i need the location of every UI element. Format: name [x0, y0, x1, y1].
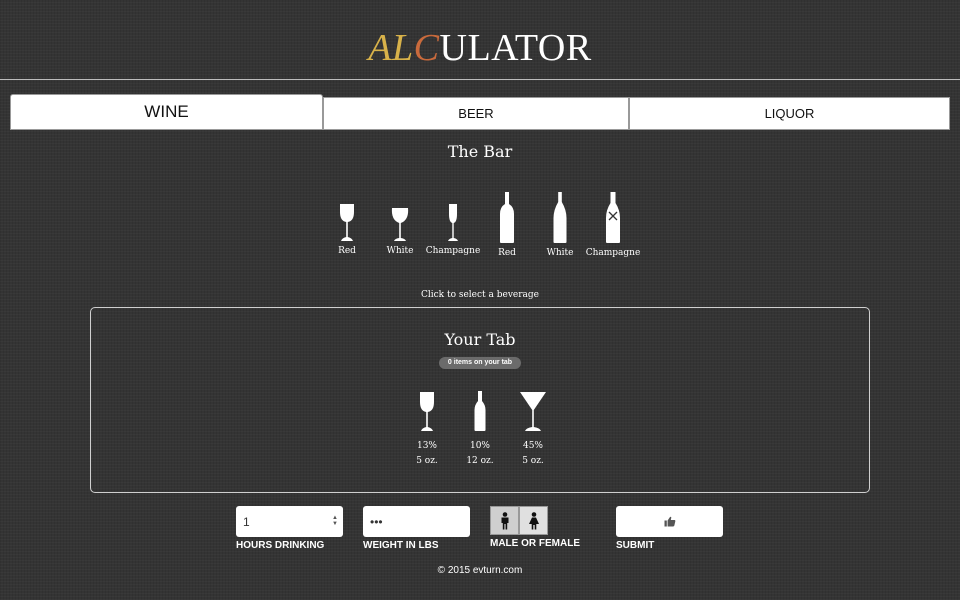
- beverage-red-wine-glass[interactable]: Red: [317, 190, 377, 256]
- your-tab-title: Your Tab: [444, 330, 516, 349]
- hours-field: 1 ▲ ▼ HOURS DRINKING: [236, 506, 343, 551]
- submit-field: SUBMIT: [616, 506, 723, 551]
- beverage-label: Champagne: [585, 248, 641, 258]
- champagne-bottle-icon: [606, 192, 620, 243]
- male-button[interactable]: [490, 506, 519, 535]
- logo-part-3: ULATOR: [439, 27, 592, 69]
- tab-drink-beer: 10% 12 oz.: [455, 390, 505, 466]
- tab-count-badge: 0 items on your tab: [439, 357, 521, 369]
- bar-title: The Bar: [447, 142, 513, 161]
- logo-part-2: C: [413, 27, 440, 69]
- beverage-label: White: [546, 248, 574, 258]
- beverage-label: White: [386, 246, 414, 256]
- header-divider: [0, 79, 960, 80]
- beverage-white-wine-glass[interactable]: White: [370, 190, 430, 256]
- logo-part-1: AL: [368, 27, 414, 69]
- beverage-label: Red: [498, 248, 516, 258]
- drink-abv: 45%: [522, 441, 543, 451]
- select-hint: Click to select a beverage: [420, 290, 540, 300]
- tab-drink-wine: 13% 5 oz.: [402, 390, 452, 466]
- female-icon: [528, 511, 539, 529]
- male-icon: [501, 511, 508, 529]
- tab-beer[interactable]: BEER: [323, 97, 629, 130]
- red-wine-bottle-icon: [500, 192, 514, 243]
- weight-field: ••• WEIGHT IN LBS: [363, 506, 470, 551]
- beverage-champagne-bottle[interactable]: Champagne: [583, 190, 643, 258]
- app-logo: ALCULATOR: [0, 26, 960, 70]
- thumbs-up-icon: [664, 516, 675, 527]
- beverage-red-wine-bottle[interactable]: Red: [477, 190, 537, 258]
- drink-abv: 10%: [469, 441, 490, 451]
- submit-button[interactable]: [616, 506, 723, 537]
- white-wine-bottle-icon: [553, 192, 567, 243]
- hours-stepper[interactable]: 1 ▲ ▼: [236, 506, 343, 537]
- your-tab-panel: Your Tab 0 items on your tab 13% 5 oz. 1…: [90, 307, 870, 493]
- beverage-white-wine-bottle[interactable]: White: [530, 190, 590, 258]
- drink-size: 5 oz.: [416, 456, 438, 466]
- drink-size: 5 oz.: [522, 456, 544, 466]
- weight-label: WEIGHT IN LBS: [363, 540, 439, 551]
- martini-glass-icon: [520, 392, 546, 431]
- submit-label: SUBMIT: [616, 540, 655, 551]
- hours-label: HOURS DRINKING: [236, 540, 325, 551]
- footer-copyright: © 2015 evturn.com: [437, 565, 523, 576]
- red-wine-glass-icon: [340, 204, 354, 241]
- white-wine-glass-icon: [391, 208, 409, 241]
- weight-placeholder: •••: [370, 514, 383, 529]
- weight-input[interactable]: •••: [363, 506, 470, 537]
- gender-label: MALE OR FEMALE: [490, 538, 580, 549]
- beverage-champagne-flute[interactable]: Champagne: [423, 190, 483, 256]
- drink-size: 12 oz.: [466, 456, 494, 466]
- hours-value: 1: [243, 514, 250, 529]
- wine-glass-icon: [420, 392, 434, 431]
- tab-drink-liquor: 45% 5 oz.: [508, 390, 558, 466]
- champagne-flute-icon: [448, 204, 458, 241]
- beverage-label: Champagne: [425, 246, 481, 256]
- gender-toggle: [490, 506, 580, 535]
- beer-bottle-icon: [474, 391, 486, 431]
- stepper-arrows-icon[interactable]: ▲ ▼: [332, 515, 338, 527]
- tab-wine[interactable]: WINE: [10, 94, 323, 130]
- category-tabs: WINE BEER LIQUOR: [10, 94, 950, 130]
- tab-liquor[interactable]: LIQUOR: [629, 97, 950, 130]
- female-button[interactable]: [519, 506, 548, 535]
- drink-abv: 13%: [416, 441, 437, 451]
- gender-field: MALE OR FEMALE: [490, 506, 580, 549]
- beverage-label: Red: [338, 246, 356, 256]
